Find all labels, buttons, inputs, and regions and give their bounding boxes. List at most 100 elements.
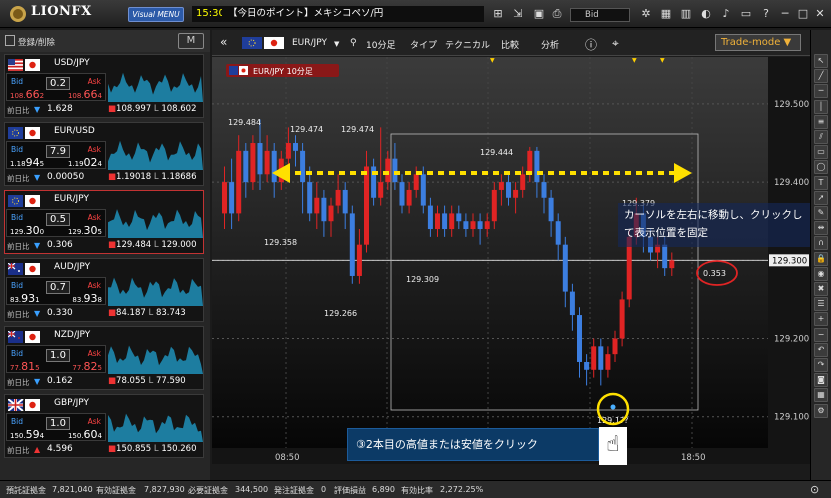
chart-pair[interactable]: EUR/JPY <box>292 38 327 48</box>
m-button[interactable]: M <box>178 33 204 49</box>
mini-chart[interactable] <box>108 126 203 170</box>
news-ticker[interactable]: 【今日のポイント】メキシコペソ/円 <box>222 6 484 22</box>
grid-icon[interactable]: ▦ <box>660 8 672 20</box>
candle-body[interactable] <box>555 221 561 245</box>
zoom-in-icon[interactable]: + <box>814 312 828 327</box>
mini-chart[interactable] <box>108 262 203 306</box>
line-icon[interactable]: ╱ <box>814 69 828 84</box>
mini-chart[interactable] <box>108 330 203 374</box>
config-icon[interactable]: ⚙ <box>814 403 828 418</box>
crosshair-icon[interactable]: ⌖ <box>612 36 619 51</box>
candle-body[interactable] <box>364 166 369 245</box>
candlestick-chart[interactable]: 129.500 129.400 129.300 129.200 129.100 08:50… <box>212 57 810 464</box>
type-button[interactable]: タイプ <box>410 38 437 51</box>
grid-icon[interactable]: ▦ <box>814 388 828 403</box>
candle-body[interactable] <box>569 291 575 316</box>
candle-body[interactable] <box>562 244 568 292</box>
candle-body[interactable] <box>598 346 604 370</box>
rate-card-usdjpy[interactable]: USD/JPY Bid Ask 0.2 108.662 108.664 前日比 ▼ 1.628 ■… <box>4 54 204 118</box>
register-delete-button[interactable]: 登録/削除 <box>18 36 55 48</box>
compare-button[interactable]: 比較 <box>501 38 519 51</box>
undo-icon[interactable]: ↶ <box>814 342 828 357</box>
candle-body[interactable] <box>399 182 405 206</box>
candle-body[interactable] <box>420 174 426 206</box>
rate-card-gbpjpy[interactable]: GBP/JPY Bid Ask 1.0 150.594 150.604 前日比 ▲ 4.596 ■… <box>4 394 204 458</box>
arrow-icon[interactable]: ➚ <box>814 190 828 205</box>
window-icon[interactable]: ▭ <box>740 8 752 20</box>
lock-icon[interactable]: 🔒 <box>814 251 828 266</box>
candle-body[interactable] <box>491 189 497 222</box>
bid-button[interactable]: 83.931 <box>10 292 40 305</box>
print-icon[interactable]: ⎙ <box>551 8 563 20</box>
rate-card-eurjpy[interactable]: EUR/JPY Bid Ask 0.5 129.300 129.305 前日比 ▼ 0.306 ■… <box>4 190 204 254</box>
hline-icon[interactable]: ─ <box>814 84 828 99</box>
candle-body[interactable] <box>321 197 327 222</box>
candle-body[interactable] <box>385 158 391 183</box>
pin-icon[interactable]: ⊞ <box>492 8 504 20</box>
candle-body[interactable] <box>484 221 490 230</box>
mini-chart[interactable] <box>108 58 203 102</box>
candle-body[interactable] <box>449 213 455 230</box>
maximize-icon[interactable]: □ <box>797 8 809 20</box>
save-icon[interactable]: ▣ <box>533 8 545 20</box>
candle-body[interactable] <box>527 150 533 175</box>
candle-body[interactable] <box>349 213 355 276</box>
pair-dropdown-icon[interactable]: ▼ <box>334 40 339 48</box>
candle-body[interactable] <box>548 197 554 222</box>
settings-icon[interactable]: ✲ <box>640 8 652 20</box>
candle-body[interactable] <box>456 213 462 222</box>
period-button[interactable]: 10分足 <box>366 38 395 51</box>
candle-body[interactable] <box>392 158 398 183</box>
candle-body[interactable] <box>250 143 256 183</box>
collapse-icon[interactable]: « <box>220 35 227 49</box>
layout-icon[interactable]: ▥ <box>680 8 692 20</box>
candle-body[interactable] <box>435 213 440 230</box>
minimize-icon[interactable]: ─ <box>779 8 791 20</box>
candle-body[interactable] <box>463 221 469 230</box>
candle-body[interactable] <box>307 182 313 214</box>
scroll-up-icon[interactable]: ⊙ <box>810 483 819 496</box>
list-icon[interactable]: ☰ <box>814 297 828 312</box>
candle-body[interactable] <box>619 299 625 339</box>
rect-icon[interactable]: ▭ <box>814 145 828 160</box>
magnet-icon[interactable]: ∩ <box>814 236 828 251</box>
candle-body[interactable] <box>314 197 320 214</box>
ellipse-icon[interactable]: ◯ <box>814 160 828 175</box>
export-icon[interactable]: ⇲ <box>512 8 524 20</box>
candle-body[interactable] <box>285 143 291 159</box>
candle-body[interactable] <box>342 189 348 214</box>
candle-body[interactable] <box>264 150 270 175</box>
rate-card-eurusd[interactable]: EUR/USD Bid Ask 7.9 1.18945 1.19024 前日比 ▼ 0.0005… <box>4 122 204 186</box>
analysis-button[interactable]: 分析 <box>541 38 559 51</box>
chart-area[interactable]: 129.500 129.400 129.300 129.200 129.100 08:50… <box>212 57 810 464</box>
candle-body[interactable] <box>541 182 547 198</box>
close-icon[interactable]: ✕ <box>814 8 826 20</box>
candle-body[interactable] <box>669 260 675 269</box>
sound-icon[interactable]: ♪ <box>720 8 732 20</box>
candle-body[interactable] <box>498 182 504 190</box>
candle-body[interactable] <box>378 182 384 198</box>
bid-button[interactable]: 150.594 <box>10 428 44 441</box>
candle-body[interactable] <box>605 354 611 370</box>
mini-chart[interactable] <box>108 398 203 442</box>
vline-icon[interactable]: │ <box>814 99 828 114</box>
fib-icon[interactable]: ≡ <box>814 114 828 129</box>
candle-body[interactable] <box>506 182 511 198</box>
zoom-out-icon[interactable]: − <box>814 327 828 342</box>
ask-button[interactable]: 108.664 <box>68 88 102 101</box>
candle-body[interactable] <box>257 143 263 175</box>
candle-body[interactable] <box>477 221 483 230</box>
bid-button[interactable]: 129.300 <box>10 224 44 237</box>
candle-body[interactable] <box>612 338 618 355</box>
visual-menu-button[interactable]: Visual MENU <box>128 7 184 22</box>
candle-body[interactable] <box>300 150 306 183</box>
alert-icon[interactable]: ◐ <box>700 8 712 20</box>
candle-body[interactable] <box>591 346 597 370</box>
candle-body[interactable] <box>229 182 235 214</box>
candle-body[interactable] <box>470 221 476 230</box>
candle-body[interactable] <box>577 315 582 362</box>
mini-chart[interactable] <box>108 194 203 238</box>
candle-body[interactable] <box>271 150 277 183</box>
candle-body[interactable] <box>293 143 298 151</box>
measure-icon[interactable]: ⇹ <box>814 221 828 236</box>
